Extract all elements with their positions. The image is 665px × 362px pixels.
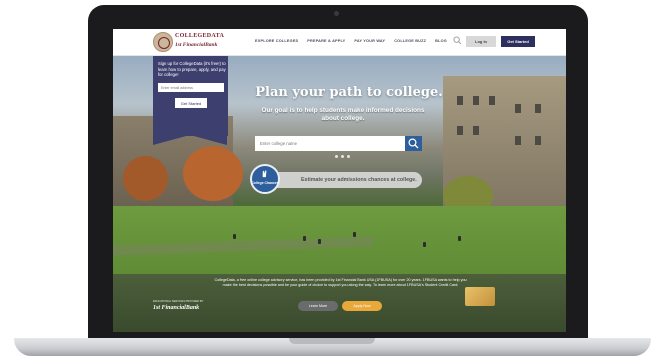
estimate-text: Estimate your admissions chances at coll… [301, 177, 417, 183]
carousel-dot[interactable] [341, 155, 344, 158]
laptop-notch [289, 338, 375, 344]
nav-explore-colleges[interactable]: EXPLORE COLLEGES [255, 39, 298, 43]
window [515, 104, 521, 113]
signup-banner-tail [153, 135, 227, 145]
sponsor-logo[interactable]: 1st FinancialBank [153, 305, 199, 311]
window [473, 126, 479, 135]
nav-prepare-apply[interactable]: PREPARE & APPLY [307, 39, 345, 43]
login-button[interactable]: Log In [466, 36, 496, 47]
estimate-chances-bar[interactable]: Estimate your admissions chances at coll… [267, 172, 422, 188]
top-nav: COLLEGEDATA 1st FinancialBank EXPLORE CO… [113, 29, 566, 56]
camera-icon [334, 11, 339, 16]
footer-text: CollegeData, a free online college advis… [214, 278, 467, 287]
window [535, 104, 541, 113]
search-icon[interactable] [453, 36, 462, 45]
person [423, 242, 426, 247]
college-search-button[interactable] [405, 136, 422, 151]
fingers-crossed-icon [262, 170, 267, 178]
window [489, 96, 495, 105]
signup-get-started-button[interactable]: Get Started [175, 98, 207, 108]
nav-college-buzz[interactable]: COLLEGE BUZZ [394, 39, 426, 43]
nav-links: EXPLORE COLLEGES PREPARE & APPLY PAY YOU… [255, 39, 447, 43]
credit-card-image [465, 287, 495, 306]
person [233, 234, 236, 239]
carousel-dot[interactable] [335, 155, 338, 158]
search-icon [408, 138, 419, 149]
logo-subtitle[interactable]: 1st FinancialBank [175, 42, 217, 48]
signup-text: Sign up for CollegeData (it's free!) to … [158, 61, 226, 78]
hero-subhead: Our goal is to help students make inform… [261, 107, 425, 122]
person [318, 239, 321, 244]
apply-now-button[interactable]: Apply Now [342, 301, 382, 311]
person [303, 236, 306, 241]
window [515, 136, 521, 145]
window [535, 136, 541, 145]
college-seal-icon[interactable] [153, 32, 173, 52]
nav-blog[interactable]: BLOG [435, 39, 447, 43]
nav-get-started-button[interactable]: Get Started [501, 36, 535, 47]
nav-pay-your-way[interactable]: PAY YOUR WAY [354, 39, 385, 43]
person [458, 236, 461, 241]
window [457, 126, 463, 135]
college-search-input[interactable]: Enter college name [255, 136, 405, 151]
hero-headline: Plan your path to college. [255, 85, 443, 100]
sponsor-caption: EDUCATIONAL SERVICES PROVIDED BY [153, 300, 204, 303]
email-field[interactable]: Enter email address [158, 83, 224, 92]
logo-title[interactable]: COLLEGEDATA [175, 33, 224, 39]
tree [123, 156, 168, 201]
tree [183, 146, 243, 201]
carousel-dots [335, 155, 350, 158]
window [473, 96, 479, 105]
learn-more-button[interactable]: Learn More [298, 301, 338, 311]
person [353, 232, 356, 237]
college-chances-label: College Chances [251, 181, 279, 185]
website-screen: COLLEGEDATA 1st FinancialBank EXPLORE CO… [113, 29, 566, 332]
carousel-dot[interactable] [347, 155, 350, 158]
